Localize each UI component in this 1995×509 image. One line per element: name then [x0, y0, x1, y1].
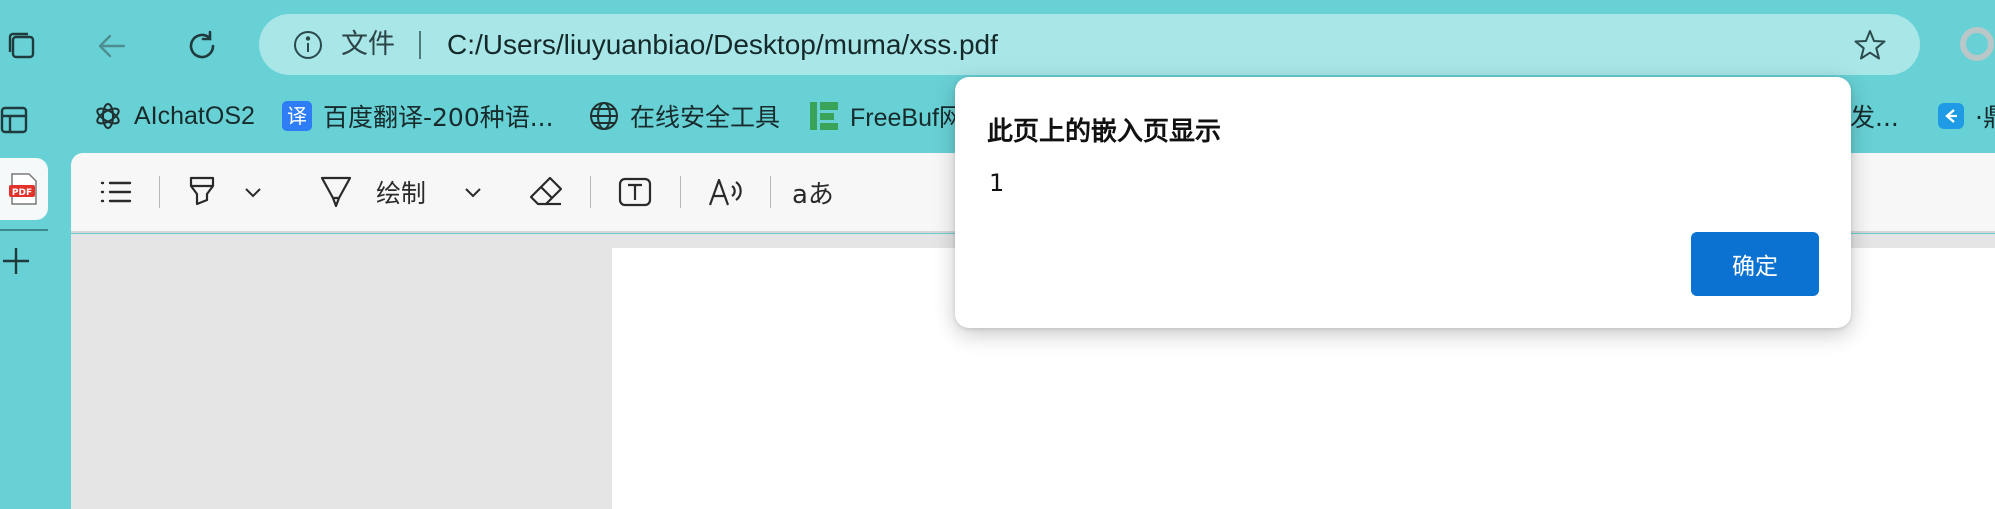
dialog-message: 1: [989, 169, 1005, 197]
favorite-star-icon[interactable]: [1851, 26, 1889, 64]
sidebar-toggle-icon[interactable]: [0, 102, 30, 138]
translate-glyph[interactable]: aあ: [792, 172, 834, 212]
svg-text:译: 译: [287, 104, 307, 128]
address-bar[interactable]: 文件 C:/Users/liuyuanbiao/Desktop/muma/xss…: [259, 14, 1920, 75]
svg-text:PDF: PDF: [12, 188, 32, 198]
toolbar-separator: [590, 176, 591, 208]
highlight-icon[interactable]: [182, 172, 222, 212]
dialog-title: 此页上的嵌入页显示: [987, 117, 1222, 147]
refresh-icon[interactable]: [180, 24, 224, 68]
bookmark-label: 发...: [1850, 103, 1899, 132]
text-box-icon[interactable]: [615, 172, 655, 212]
bookmark-label: ·鼎: [1975, 103, 1995, 132]
security-label: 文件: [341, 29, 395, 60]
bookmark-security-tools[interactable]: 在线安全工具: [588, 95, 780, 137]
new-tab-plus-icon[interactable]: [0, 244, 32, 278]
bookmark-freebuf[interactable]: FreeBuf网: [808, 95, 964, 137]
freebuf-icon: [808, 100, 840, 132]
pdf-file-icon: PDF: [9, 173, 37, 205]
openai-icon: [92, 100, 124, 132]
strip-divider: [0, 229, 48, 231]
url-text[interactable]: C:/Users/liuyuanbiao/Desktop/muma/xss.pd…: [447, 14, 998, 75]
extensions-icon[interactable]: [1955, 22, 1995, 66]
draw-pen-icon[interactable]: [316, 172, 356, 212]
draw-label[interactable]: 绘制: [376, 172, 426, 212]
bookmark-label: FreeBuf网: [850, 104, 964, 132]
alert-dialog: 此页上的嵌入页显示 1 确定: [955, 77, 1851, 328]
bookmark-label: AIchatOS2: [134, 101, 255, 130]
workspaces-icon[interactable]: [2, 26, 42, 66]
ok-button[interactable]: 确定: [1691, 232, 1819, 296]
vertical-tab-strip: PDF: [0, 150, 70, 509]
info-icon[interactable]: [291, 28, 325, 62]
translate-icon: 译: [281, 100, 313, 132]
bookmark-aichatos2[interactable]: AIchatOS2: [92, 95, 255, 137]
draw-dropdown-chevron-icon[interactable]: [460, 178, 486, 206]
toolbar-separator: [680, 176, 681, 208]
toolbar-separator: [159, 176, 160, 208]
tab-pdf[interactable]: PDF: [0, 158, 48, 220]
bookmark-e[interactable]: ·鼎: [1937, 95, 1995, 137]
toolbar-separator: [770, 176, 771, 208]
bookmark-truncated[interactable]: 发...: [1850, 95, 1899, 137]
globe-icon: [588, 100, 620, 132]
highlight-dropdown-chevron-icon[interactable]: [240, 178, 266, 206]
table-of-contents-icon[interactable]: [96, 172, 136, 212]
bookmark-baidu-translate[interactable]: 译 百度翻译-200种语...: [281, 95, 554, 137]
back-icon[interactable]: [90, 24, 134, 68]
bookmark-e-icon: [1937, 102, 1965, 130]
eraser-icon[interactable]: [526, 172, 566, 212]
bookmark-label: 在线安全工具: [630, 103, 781, 132]
bookmark-label: 百度翻译-200种语...: [323, 103, 554, 132]
address-divider: [419, 31, 421, 59]
read-aloud-icon[interactable]: [704, 172, 748, 212]
